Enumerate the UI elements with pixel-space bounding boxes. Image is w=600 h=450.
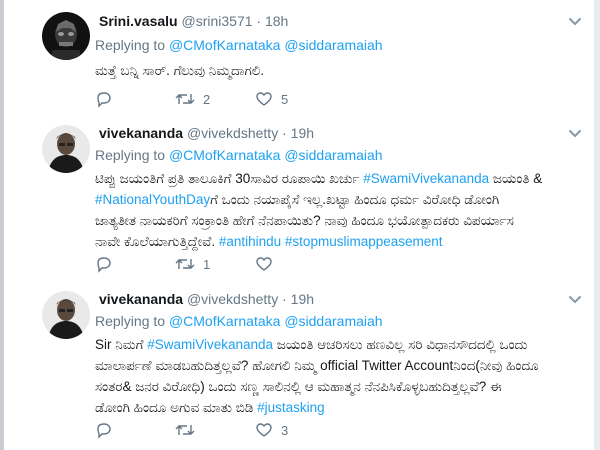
tweet-text: Sir ನಿಮಗೆ #SwamiVivekananda ಜಯಂತಿ ಆಚರಿಸಲ… bbox=[95, 334, 583, 418]
text-segment: ಜಾತ್ಯತೀತ ನಾಯಕರಿಗೆ ಸಂಕ್ರಾಂತಿ ಹೇಗೆ ನೆನಪಾಯಿ… bbox=[95, 213, 514, 228]
hashtag-link[interactable]: #antihindu bbox=[219, 234, 281, 249]
like-count: 5 bbox=[281, 91, 289, 107]
replying-label: Replying to bbox=[95, 313, 166, 329]
avatar[interactable] bbox=[42, 12, 90, 60]
chevron-down-icon[interactable] bbox=[568, 293, 582, 307]
display-name[interactable]: Srini.vasalu bbox=[99, 13, 178, 29]
like-button[interactable] bbox=[255, 255, 281, 273]
tweet-header: vivekananda @vivekdshetty · 19h bbox=[99, 291, 315, 307]
reply-icon bbox=[97, 423, 111, 439]
mention-link[interactable]: @siddaramaiah bbox=[284, 313, 382, 329]
tweet-header: Srini.vasalu @srini3571 · 18h bbox=[99, 13, 289, 29]
user-handle[interactable]: @vivekdshetty bbox=[187, 291, 278, 307]
text-segment: ಮಾಲಾರ್ಪಣೆ ಮಾಡಬಹುದಿತ್ತಲ್ಲವೆ? ಹೋಗಲಿ ನಿಮ್ಮ … bbox=[95, 358, 539, 373]
tweet-text-line: ನಾವೇ ಕೊಲೆಯಾಗುತ್ತಿದ್ದೇವೆ. #antihindu #sto… bbox=[95, 231, 583, 252]
heart-icon bbox=[256, 92, 272, 106]
mention-link[interactable]: @siddaramaiah bbox=[284, 37, 382, 53]
retweet-icon bbox=[175, 94, 195, 104]
mention-link[interactable]: @siddaramaiah bbox=[284, 147, 382, 163]
timestamp[interactable]: 18h bbox=[265, 13, 288, 29]
retweet-icon bbox=[175, 425, 195, 435]
replying-to: Replying to @CMofKarnataka @siddaramaiah bbox=[95, 313, 383, 329]
tweet-text-line: Sir ನಿಮಗೆ #SwamiVivekananda ಜಯಂತಿ ಆಚರಿಸಲ… bbox=[95, 334, 583, 355]
mention-link[interactable]: @CMofKarnataka bbox=[169, 313, 280, 329]
reply-button[interactable] bbox=[95, 90, 121, 108]
text-segment: ಜಯಂತಿ ಆಚರಿಸಲು ಹಣವಿಲ್ಲ ಸರಿ ವಿಧಾನಸೌದದಲ್ಲಿ … bbox=[273, 337, 528, 352]
tweet-text-line: ಸಂತರ& ಜನರ ವಿರೋಧಿ) ಒಂದು ಸಣ್ಣ ಸಾಲಿನಲ್ಲಿ ಆ … bbox=[95, 376, 583, 397]
heart-icon bbox=[256, 257, 272, 271]
like-button[interactable]: 3 bbox=[255, 421, 288, 439]
tweet-text-line: #NationalYouthDayಗೆ ಒಂದು ನಯಾಪೈಸೆ ಇಲ್ಲ.ಖಟ… bbox=[95, 189, 583, 210]
tweet-reply-3[interactable]: vivekananda @vivekdshetty · 19h Replying… bbox=[4, 284, 594, 450]
tweet-header: vivekananda @vivekdshetty · 19h bbox=[99, 125, 315, 141]
tweet-reply-1[interactable]: Srini.vasalu @srini3571 · 18h Replying t… bbox=[4, 0, 594, 119]
retweet-icon bbox=[175, 259, 195, 269]
like-button[interactable]: 5 bbox=[255, 90, 288, 108]
text-segment: ಟಿಪ್ಪು ಜಯಂತಿಗೆ ಪ್ರತಿ ತಾಲೂಕಿಗೆ 30ಸಾವಿರ ರೂ… bbox=[95, 171, 364, 186]
hashtag-link[interactable]: #justasking bbox=[257, 400, 325, 415]
tweet-actions: 3 bbox=[95, 421, 355, 441]
tweet-text-line: ಮತ್ತೆ ಬನ್ನಿ ಸಾರ್. ಗೆಲುವು ನಿಮ್ಮದಾಗಲಿ. bbox=[95, 63, 265, 78]
user-handle[interactable]: @srini3571 bbox=[181, 13, 252, 29]
tweet-reply-2[interactable]: vivekananda @vivekdshetty · 19h Replying… bbox=[4, 118, 594, 285]
mention-link[interactable]: @CMofKarnataka bbox=[169, 37, 280, 53]
hashtag-link[interactable]: #stopmuslimappeasement bbox=[285, 234, 443, 249]
avatar[interactable] bbox=[42, 291, 90, 339]
retweet-count: 2 bbox=[203, 91, 211, 107]
display-name[interactable]: vivekananda bbox=[99, 291, 183, 307]
replying-to: Replying to @CMofKarnataka @siddaramaiah bbox=[95, 147, 383, 163]
reply-button[interactable] bbox=[95, 255, 121, 273]
replying-label: Replying to bbox=[95, 37, 166, 53]
timestamp[interactable]: 19h bbox=[291, 291, 314, 307]
reply-icon bbox=[97, 257, 111, 273]
reply-button[interactable] bbox=[95, 421, 121, 439]
text-segment: ಜಯಂತಿ & bbox=[489, 171, 543, 186]
text-segment: Sir ನಿಮಗೆ bbox=[95, 337, 148, 352]
heart-icon bbox=[256, 423, 272, 437]
retweet-button[interactable] bbox=[175, 421, 203, 439]
replying-to: Replying to @CMofKarnataka @siddaramaiah bbox=[95, 37, 383, 53]
replying-label: Replying to bbox=[95, 147, 166, 163]
hashtag-link[interactable]: #SwamiVivekananda bbox=[147, 337, 273, 352]
text-segment: ಸಂತರ& ಜನರ ವಿರೋಧಿ) ಒಂದು ಸಣ್ಣ ಸಾಲಿನಲ್ಲಿ ಆ … bbox=[95, 379, 502, 394]
mention-link[interactable]: @CMofKarnataka bbox=[169, 147, 280, 163]
scrollbar-track[interactable] bbox=[594, 0, 600, 450]
retweet-count: 1 bbox=[203, 256, 211, 272]
hashtag-link[interactable]: #SwamiVivekananda bbox=[363, 171, 489, 186]
timestamp[interactable]: 19h bbox=[291, 125, 314, 141]
user-handle[interactable]: @vivekdshetty bbox=[187, 125, 278, 141]
hashtag-link[interactable]: #NationalYouthDay bbox=[95, 192, 210, 207]
text-segment: ನಾವೇ ಕೊಲೆಯಾಗುತ್ತಿದ್ದೇವೆ. bbox=[95, 234, 219, 249]
retweet-button[interactable]: 2 bbox=[175, 90, 210, 108]
tweet-text-line: ಟಿಪ್ಪು ಜಯಂತಿಗೆ ಪ್ರತಿ ತಾಲೂಕಿಗೆ 30ಸಾವಿರ ರೂ… bbox=[95, 168, 583, 189]
tweet-text: ಟಿಪ್ಪು ಜಯಂತಿಗೆ ಪ್ರತಿ ತಾಲೂಕಿಗೆ 30ಸಾವಿರ ರೂ… bbox=[95, 168, 583, 252]
retweet-button[interactable]: 1 bbox=[175, 255, 210, 273]
chevron-down-icon[interactable] bbox=[568, 15, 582, 29]
tweet-text-line: ಡೋಂಗಿ ಹಿಂದೂ ಅಗುವ ಮಾತು ಬಿಡಿ #justasking bbox=[95, 397, 583, 418]
tweet-text-line: ಮಾಲಾರ್ಪಣೆ ಮಾಡಬಹುದಿತ್ತಲ್ಲವೆ? ಹೋಗಲಿ ನಿಮ್ಮ … bbox=[95, 355, 583, 376]
text-segment: ಡೋಂಗಿ ಹಿಂದೂ ಅಗುವ ಮಾತು ಬಿಡಿ bbox=[95, 400, 258, 415]
tweet-actions: 1 bbox=[95, 255, 355, 275]
display-name[interactable]: vivekananda bbox=[99, 125, 183, 141]
reply-icon bbox=[97, 92, 111, 108]
avatar[interactable] bbox=[42, 125, 90, 173]
tweet-text-line: ಜಾತ್ಯತೀತ ನಾಯಕರಿಗೆ ಸಂಕ್ರಾಂತಿ ಹೇಗೆ ನೆನಪಾಯಿ… bbox=[95, 210, 583, 231]
tweet-actions: 2 5 bbox=[95, 90, 355, 110]
chevron-down-icon[interactable] bbox=[568, 127, 582, 141]
like-count: 3 bbox=[281, 422, 289, 438]
text-segment: ಗೆ ಒಂದು ನಯಾಪೈಸೆ ಇಲ್ಲ.ಖಟ್ಟಾ ಹಿಂದೂ ಧರ್ಮ ವಿ… bbox=[210, 192, 500, 207]
tweet-text: ಮತ್ತೆ ಬನ್ನಿ ಸಾರ್. ಗೆಲುವು ನಿಮ್ಮದಾಗಲಿ. bbox=[95, 60, 583, 81]
